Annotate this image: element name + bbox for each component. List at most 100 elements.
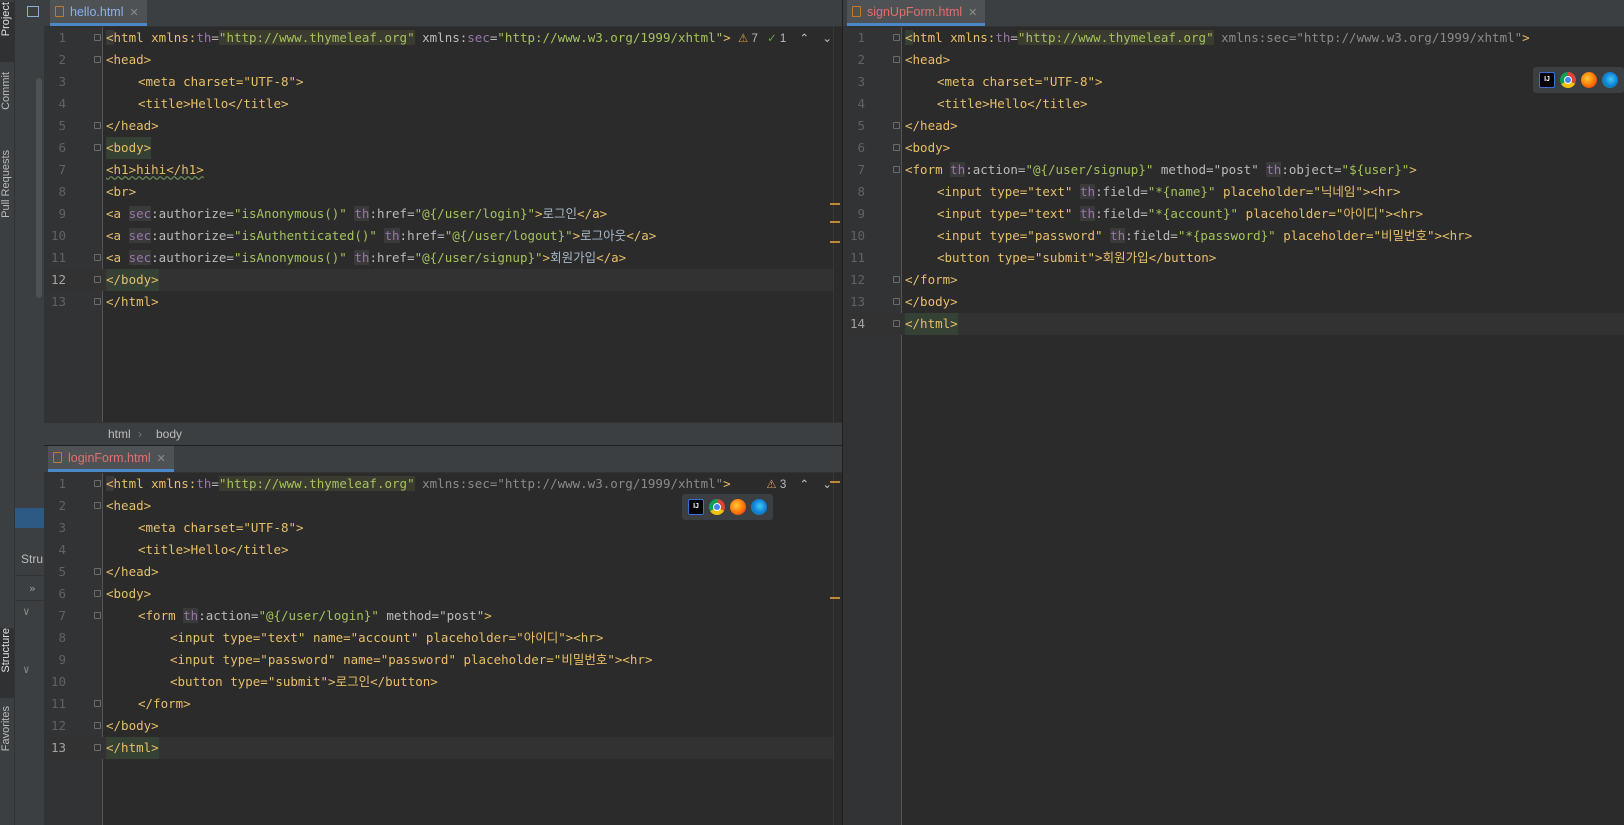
fold-icon[interactable] [94, 122, 101, 129]
fold-icon[interactable] [94, 298, 101, 305]
code-line: 1 <html xmlns:th="http://www.thymeleaf.or… [857, 30, 1530, 45]
tool-window-strip: Project Commit Pull Requests Structure F… [0, 0, 15, 825]
fold-icon[interactable] [94, 722, 101, 729]
code-line: 4 <title>Hello</title> [58, 96, 289, 111]
tool-tab-favorites-label: Favorites [0, 706, 12, 752]
code-line: 10 <button type="submit">로그인</button> [50, 674, 438, 689]
code-line: 7 <h1>hihi</h1> [58, 162, 204, 177]
fold-icon[interactable] [94, 480, 101, 487]
code-line: 11 <button type="submit">회원가입</button> [849, 250, 1217, 265]
fold-icon[interactable] [94, 254, 101, 261]
code-line: 8 <input type="text" name="account" place… [58, 630, 604, 645]
code-area[interactable]: 1 <html xmlns:th="http://www.thymeleaf.or… [843, 27, 1624, 335]
project-scrollbar[interactable] [36, 78, 42, 298]
fold-icon[interactable] [893, 166, 900, 173]
close-icon[interactable]: ✕ [157, 453, 166, 465]
editor-pane-hello: hello.html ✕ ⚠ 7 ✓ 1 ⌃ ⌄ 1 <html xmlns:th=… [44, 0, 842, 445]
code-line-current: 12 </body> [44, 269, 842, 291]
code-line: 11 </form> [50, 696, 191, 711]
warning-marker[interactable] [830, 221, 840, 223]
editor-tab-bar: signUpForm.html ✕ [843, 0, 1624, 27]
fold-icon[interactable] [893, 122, 900, 129]
code-line: 13 </body> [849, 294, 958, 309]
code-area[interactable]: 1 <html xmlns:th="http://www.thymeleaf.or… [44, 27, 842, 313]
code-line: 1 <html xmlns:th="http://www.thymeleaf.or… [58, 476, 731, 491]
structure-panel-title: Stru [21, 552, 44, 566]
code-line: 11 <a sec:authorize="isAnonymous()" th:hr… [50, 250, 627, 265]
html-file-icon [852, 6, 861, 17]
editor-tab-bar: hello.html ✕ [44, 0, 842, 27]
breadcrumb-html[interactable]: html [108, 423, 131, 445]
code-line: 9 <input type="text" th:field="*{account}… [857, 206, 1424, 221]
tab-label: signUpForm.html [867, 5, 963, 19]
code-line-current: 14 </html> [843, 313, 1624, 335]
code-line: 3 <meta charset="UTF-8"> [58, 520, 304, 535]
tool-tab-commit-label: Commit [0, 72, 12, 110]
code-line: 7 <form th:action="@{/user/signup}" metho… [857, 162, 1417, 177]
code-line: 5 </head> [857, 118, 958, 133]
code-line: 4 <title>Hello</title> [58, 542, 289, 557]
project-view-icon[interactable] [27, 6, 39, 17]
fold-icon[interactable] [94, 744, 101, 751]
tree-chevron-icon[interactable]: ∨ [23, 663, 30, 676]
tool-tab-favorites[interactable]: Favorites [0, 706, 14, 774]
editor-scrollbar[interactable] [830, 473, 842, 825]
breadcrumb-body[interactable]: body [156, 423, 182, 445]
fold-icon[interactable] [94, 590, 101, 597]
warning-marker[interactable] [830, 597, 840, 599]
code-line: 3 <meta charset="UTF-8"> [857, 74, 1103, 89]
html-file-icon [53, 452, 62, 463]
code-line-current: 13 </html> [44, 737, 842, 759]
tab-label: loginForm.html [68, 451, 151, 465]
fold-icon[interactable] [94, 34, 101, 41]
code-line: 13 </html> [50, 294, 159, 309]
code-line: 5 </head> [58, 118, 159, 133]
code-line: 8 <br> [58, 184, 137, 199]
warning-marker[interactable] [830, 481, 840, 483]
tool-tab-project[interactable]: Project [0, 2, 14, 62]
fold-icon[interactable] [94, 276, 101, 283]
editor-tab-bar: loginForm.html ✕ [44, 446, 842, 473]
fold-icon[interactable] [893, 144, 900, 151]
code-line: 10 <input type="password" th:field="*{pas… [849, 228, 1473, 243]
code-line: 3 <meta charset="UTF-8"> [58, 74, 304, 89]
close-icon[interactable]: ✕ [968, 7, 977, 19]
fold-icon[interactable] [94, 56, 101, 63]
code-line: 8 <input type="text" th:field="*{name}" p… [857, 184, 1401, 199]
tool-tab-pull-requests[interactable]: Pull Requests [0, 150, 14, 242]
code-line: 2 <head> [58, 52, 152, 67]
editor-scrollbar[interactable] [830, 27, 842, 423]
tool-tab-structure-label: Structure [0, 628, 12, 673]
tool-tab-commit[interactable]: Commit [0, 72, 14, 132]
tab-signupform-html[interactable]: signUpForm.html ✕ [847, 0, 986, 26]
code-line: 5 </head> [58, 564, 159, 579]
warning-marker[interactable] [830, 203, 840, 205]
tab-hello-html[interactable]: hello.html ✕ [50, 0, 147, 26]
fold-icon[interactable] [893, 276, 900, 283]
fold-icon[interactable] [94, 700, 101, 707]
fold-icon[interactable] [893, 320, 900, 327]
editor-pane-signup: signUpForm.html ✕ IJ 1 <html xmlns:th="htt… [843, 0, 1624, 825]
tree-chevron-icon[interactable]: ∨ [23, 605, 30, 618]
fold-icon[interactable] [893, 298, 900, 305]
fold-icon[interactable] [94, 568, 101, 575]
project-selected-row[interactable] [15, 508, 44, 528]
warning-marker[interactable] [830, 241, 840, 243]
code-line: 9 <a sec:authorize="isAnonymous()" th:hre… [58, 206, 608, 221]
html-file-icon [55, 6, 64, 17]
fold-icon[interactable] [94, 502, 101, 509]
close-icon[interactable]: ✕ [130, 7, 139, 19]
code-line: 12 </body> [50, 718, 159, 733]
structure-expand-icon[interactable]: » [29, 582, 36, 595]
chevron-right-icon: › [138, 427, 142, 441]
code-line: 9 <input type="password" name="password" … [58, 652, 653, 667]
tool-tab-structure[interactable]: Structure [0, 628, 14, 698]
code-line: 1 <html xmlns:th="http://www.thymeleaf.or… [58, 30, 731, 45]
fold-icon[interactable] [893, 56, 900, 63]
code-area[interactable]: 1 <html xmlns:th="http://www.thymeleaf.or… [44, 473, 842, 759]
fold-icon[interactable] [94, 144, 101, 151]
tab-loginform-html[interactable]: loginForm.html ✕ [48, 446, 174, 472]
fold-icon[interactable] [893, 34, 900, 41]
code-line: 6 <body> [44, 137, 842, 159]
fold-icon[interactable] [94, 612, 101, 619]
